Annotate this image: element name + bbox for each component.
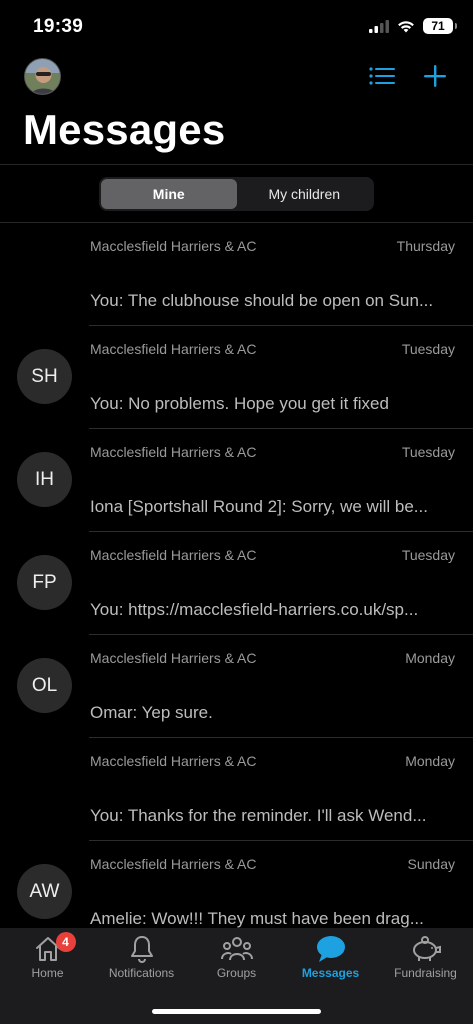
message-preview: Amelie: Wow!!! They must have been drag.… (90, 909, 424, 928)
status-bar: 19:39 71 (0, 0, 473, 56)
message-day: Sunday (407, 856, 455, 872)
tab-home[interactable]: 4 Home (0, 928, 95, 990)
message-day: Thursday (396, 238, 455, 254)
message-day: Tuesday (401, 341, 455, 357)
sender-avatar: SH (17, 349, 72, 404)
message-group: Macclesfield Harriers & AC (90, 650, 257, 666)
segment-mine[interactable]: Mine (101, 179, 237, 209)
people-icon (220, 934, 253, 964)
battery-icon: 71 (423, 18, 457, 34)
wifi-icon (398, 20, 414, 32)
profile-avatar[interactable] (24, 58, 61, 95)
status-icons: 71 (369, 18, 457, 34)
page-title: Messages (23, 106, 226, 153)
tab-label: Fundraising (394, 966, 457, 980)
signal-icon (369, 19, 389, 33)
message-preview: You: No problems. Hope you get it fixed (90, 394, 389, 413)
home-indicator[interactable] (152, 1009, 321, 1014)
message-group: Macclesfield Harriers & AC (90, 547, 257, 563)
sender-avatar: OL (17, 658, 72, 713)
segment-my-children[interactable]: My children (237, 179, 373, 209)
message-group: Macclesfield Harriers & AC (90, 444, 257, 460)
chat-bubble-icon (316, 934, 346, 964)
sender-avatar: AW (17, 864, 72, 919)
tab-fundraising[interactable]: Fundraising (378, 928, 473, 990)
segmented-control: Mine My children (99, 177, 374, 211)
sender-avatar: FP (17, 555, 72, 610)
message-group: Macclesfield Harriers & AC (90, 341, 257, 357)
sender-avatar: IH (17, 452, 72, 507)
bell-icon (129, 934, 155, 964)
message-preview: You: The clubhouse should be open on Sun… (90, 291, 434, 310)
message-row[interactable]: Macclesfield Harriers & AC Thursday You:… (0, 223, 473, 326)
notification-badge: 4 (55, 932, 76, 952)
status-time: 19:39 (33, 16, 84, 37)
message-preview: You: https://macclesfield-harriers.co.uk… (90, 600, 419, 619)
header-actions (369, 64, 447, 88)
message-preview: You: Thanks for the reminder. I'll ask W… (90, 806, 427, 825)
person-photo-icon (25, 59, 60, 94)
message-group: Macclesfield Harriers & AC (90, 238, 257, 254)
message-row[interactable]: Macclesfield Harriers & AC Monday You: T… (0, 738, 473, 841)
header-divider (0, 164, 473, 165)
message-day: Monday (405, 650, 455, 666)
list-icon[interactable] (369, 66, 395, 86)
tab-label: Groups (216, 966, 257, 980)
tab-label: Messages (301, 966, 360, 980)
tab-groups[interactable]: Groups (189, 928, 284, 990)
message-preview: Omar: Yep sure. (90, 703, 213, 722)
plus-icon[interactable] (423, 64, 447, 88)
tab-label: Home (31, 966, 64, 980)
message-group: Macclesfield Harriers & AC (90, 753, 257, 769)
piggy-bank-icon (410, 934, 442, 964)
message-day: Monday (405, 753, 455, 769)
tab-label: Notifications (108, 966, 175, 980)
message-preview: Iona [Sportshall Round 2]: Sorry, we wil… (90, 497, 428, 516)
message-list: Macclesfield Harriers & AC Thursday You:… (0, 223, 473, 928)
message-day: Tuesday (401, 547, 455, 563)
house-icon: 4 (34, 932, 76, 964)
tab-notifications[interactable]: Notifications (94, 928, 189, 990)
message-group: Macclesfield Harriers & AC (90, 856, 257, 872)
tab-messages[interactable]: Messages (283, 928, 378, 990)
message-day: Tuesday (401, 444, 455, 460)
